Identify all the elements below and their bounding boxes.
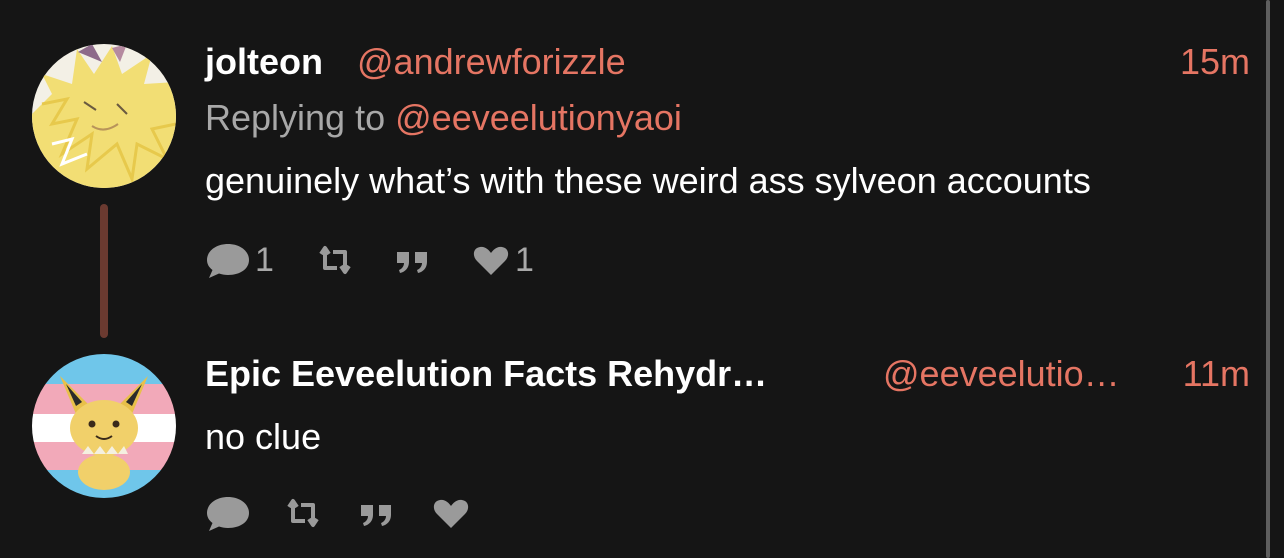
post-header: Epic Eeveelution Facts Rehydr… @eeveelut… [205,353,1250,395]
jolteon-trans-flag-avatar-image [32,354,176,498]
user-handle[interactable]: @andrewforizzle [357,41,626,83]
repost-arrows-icon [319,246,351,274]
jolteon-avatar-image [32,44,176,188]
timestamp[interactable]: 15m [1180,41,1250,83]
quote-button[interactable] [393,240,471,280]
post-epic-eeveelution-facts[interactable]: Epic Eeveelution Facts Rehydr… @eeveelut… [205,353,1250,458]
avatar[interactable] [32,44,176,188]
scrollbar[interactable] [1266,0,1270,558]
post-header: jolteon @andrewforizzle 15m [205,41,1250,83]
repost-button[interactable] [315,240,393,280]
speech-bubble-icon [207,497,249,531]
thread-connector-line [100,204,108,338]
post-text: genuinely what’s with these weird ass sy… [205,160,1091,201]
avatar[interactable] [32,354,176,498]
speech-bubble-icon [207,244,249,278]
user-handle[interactable]: @eeveelutio… [883,353,1120,395]
post-jolteon[interactable]: jolteon @andrewforizzle 15m Replying to … [205,41,1250,202]
timestamp[interactable]: 11m [1183,353,1250,395]
post-actions [205,493,475,533]
heart-icon [433,499,469,528]
display-name[interactable]: jolteon [205,41,323,83]
post-text: no clue [205,416,322,457]
reply-button[interactable] [205,493,283,533]
quote-icon [361,505,391,526]
quote-button[interactable] [357,493,431,533]
repost-button[interactable] [283,493,357,533]
replying-to-label: Replying to [205,97,386,138]
like-button[interactable]: 1 [471,240,534,280]
display-name[interactable]: Epic Eeveelution Facts Rehydr… [205,353,767,395]
like-count: 1 [515,241,534,279]
reply-button[interactable]: 1 [205,240,315,280]
reply-count: 1 [255,241,274,279]
replying-to-mention[interactable]: @eeveelutionyaoi [395,97,682,138]
like-button[interactable] [431,493,475,533]
thread-view: jolteon @andrewforizzle 15m Replying to … [0,0,1284,558]
post-actions: 1 1 [205,240,534,280]
quote-icon [397,252,427,273]
heart-icon [473,246,509,275]
replying-to-line: Replying to @eeveelutionyaoi [205,97,1250,139]
repost-arrows-icon [287,499,319,527]
